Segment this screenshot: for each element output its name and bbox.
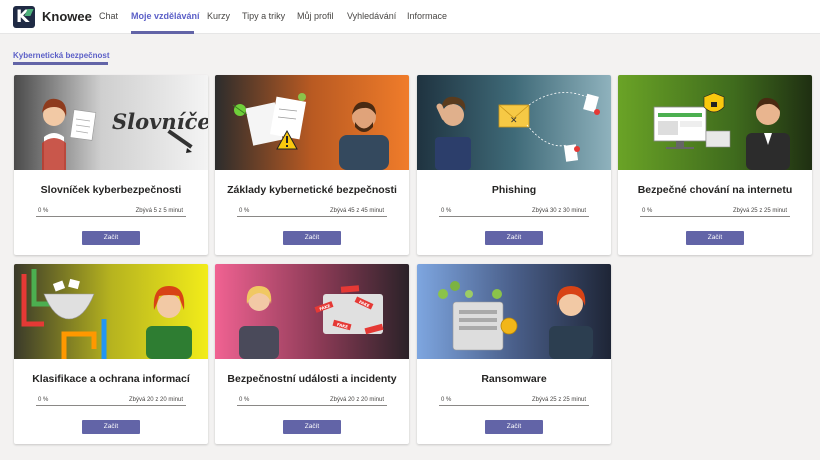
course-illustration-incidents: FAKE FAKE FAKE — [215, 264, 409, 359]
time-remaining: Zbývá 5 z 5 minut — [135, 208, 183, 214]
course-illustration-safe-internet — [618, 75, 812, 170]
course-title: Základy kybernetické bezpečnosti — [227, 184, 397, 196]
nav-moje-vzdelavani[interactable]: Moje vzdělávání — [131, 11, 200, 21]
app-name: Knowee — [42, 9, 92, 24]
time-remaining: Zbývá 20 z 20 minut — [329, 397, 384, 403]
course-title: Slovníček kyberbezpečnosti — [40, 184, 182, 196]
svg-text:✕: ✕ — [510, 116, 518, 126]
progress-percent: 0 % — [441, 397, 452, 403]
nav-muj-profil[interactable]: Můj profil — [297, 11, 334, 21]
nav-vyhledavani[interactable]: Vyhledávání — [347, 11, 396, 21]
course-illustration-basics — [215, 75, 409, 170]
nav-tipy-a-triky[interactable]: Tipy a triky — [242, 11, 285, 21]
knowee-logo-icon[interactable]: K — [13, 6, 35, 28]
progress-percent: 0 % — [441, 208, 452, 214]
progress-bar — [439, 405, 589, 406]
time-remaining: Zbývá 25 z 25 minut — [732, 208, 787, 214]
course-card[interactable]: Bezpečné chování na internetu 0 % Zbývá … — [618, 75, 812, 255]
nav-informace[interactable]: Informace — [407, 11, 447, 21]
time-remaining: Zbývá 30 z 30 minut — [531, 208, 586, 214]
course-illustration-dictionary: Slovníček — [14, 75, 208, 170]
course-card[interactable]: Klasifikace a ochrana informací 0 % Zbýv… — [14, 264, 208, 444]
course-title: Klasifikace a ochrana informací — [32, 373, 190, 385]
course-title: Ransomware — [481, 373, 547, 385]
start-button[interactable]: Začít — [283, 420, 341, 434]
progress-bar — [439, 216, 589, 217]
progress-bar — [237, 405, 387, 406]
top-bar: K Knowee Chat Moje vzdělávání Kurzy Tipy… — [0, 0, 820, 34]
progress-percent: 0 % — [642, 208, 653, 214]
course-title: Bezpečnostní události a incidenty — [227, 373, 397, 385]
course-card[interactable]: FAKE FAKE FAKE Bezpečnostní události a i… — [215, 264, 409, 444]
progress-percent: 0 % — [38, 208, 49, 214]
course-card[interactable]: Základy kybernetické bezpečnosti 0 % Zbý… — [215, 75, 409, 255]
course-title: Bezpečné chování na internetu — [637, 184, 793, 196]
course-card[interactable]: Slovníček Slovníček kyberbezpečnosti 0 %… — [14, 75, 208, 255]
section-active-indicator — [13, 62, 108, 65]
nav-kurzy[interactable]: Kurzy — [207, 11, 230, 21]
course-card[interactable]: ✕ Phishing 0 % Zbývá 30 z 30 minut Začít — [417, 75, 611, 255]
progress-bar — [640, 216, 790, 217]
course-illustration-phishing: ✕ — [417, 75, 611, 170]
progress-bar — [237, 216, 387, 217]
start-button[interactable]: Začít — [686, 231, 744, 245]
course-illustration-classification — [14, 264, 208, 359]
progress-percent: 0 % — [239, 397, 250, 403]
progress-percent: 0 % — [239, 208, 250, 214]
progress-bar — [36, 216, 186, 217]
time-remaining: Zbývá 25 z 25 minut — [531, 397, 586, 403]
start-button[interactable]: Začít — [485, 420, 543, 434]
start-button[interactable]: Začít — [283, 231, 341, 245]
course-title: Phishing — [491, 184, 537, 196]
nav-active-indicator — [131, 31, 194, 34]
progress-bar — [36, 405, 186, 406]
course-illustration-ransomware — [417, 264, 611, 359]
section-title[interactable]: Kybernetická bezpečnost — [13, 51, 109, 60]
nav-chat[interactable]: Chat — [99, 11, 118, 21]
time-remaining: Zbývá 45 z 45 minut — [329, 208, 384, 214]
start-button[interactable]: Začít — [82, 231, 140, 245]
progress-percent: 0 % — [38, 397, 49, 403]
time-remaining: Zbývá 20 z 20 minut — [128, 397, 183, 403]
course-card[interactable]: Ransomware 0 % Zbývá 25 z 25 minut Začít — [417, 264, 611, 444]
start-button[interactable]: Začít — [485, 231, 543, 245]
start-button[interactable]: Začít — [82, 420, 140, 434]
slovnicek-lettering: Slovníček — [112, 109, 208, 134]
